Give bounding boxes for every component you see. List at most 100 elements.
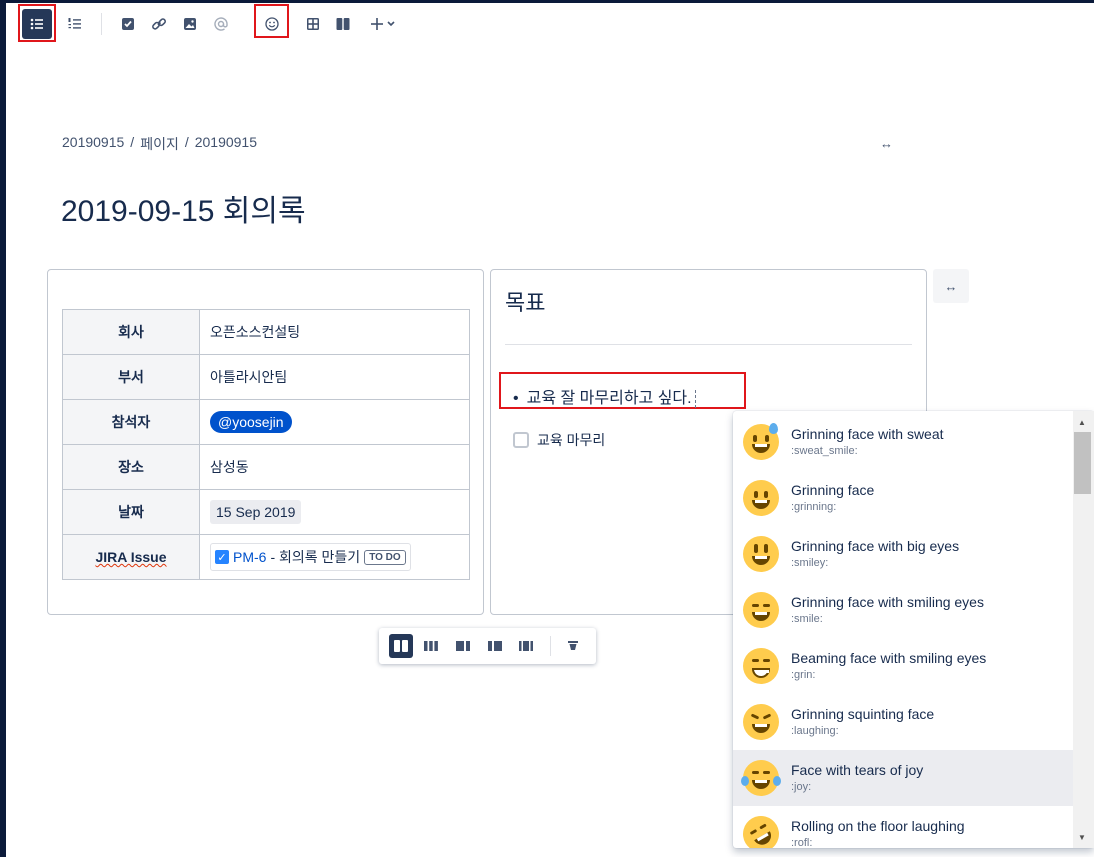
- three-columns-sidebars-button[interactable]: [514, 634, 538, 658]
- mention-button[interactable]: [206, 9, 236, 39]
- mention-icon: [214, 17, 228, 31]
- emoji-option-selected[interactable]: Face with tears of joy :joy:: [733, 750, 1073, 806]
- scrollbar-thumb[interactable]: [1074, 432, 1091, 494]
- insert-more-button[interactable]: [364, 9, 404, 39]
- jira-issue-summary: - 회의록 만들기: [270, 549, 361, 565]
- smiley-emoji-icon: [743, 536, 779, 572]
- two-columns-icon: [394, 640, 408, 652]
- goal-heading[interactable]: 목표: [505, 285, 545, 317]
- delete-layout-button[interactable]: [561, 634, 585, 658]
- emoji-name: Grinning squinting face: [791, 706, 935, 722]
- emoji-option[interactable]: Grinning face with big eyes :smiley:: [733, 526, 1073, 582]
- breadcrumb-item-page[interactable]: 20190915: [195, 134, 257, 154]
- left-sidebar-icon: [488, 641, 502, 651]
- table-cell[interactable]: 삼성동: [199, 444, 470, 490]
- emoji-option[interactable]: Grinning face with smiling eyes :smile:: [733, 582, 1073, 638]
- breadcrumb: 20190915 / 페이지 / 20190915: [62, 134, 257, 154]
- image-icon: [184, 18, 196, 30]
- insert-more-icon: [371, 18, 395, 30]
- task-type-icon: ✓: [215, 550, 229, 564]
- emoji-option[interactable]: Rolling on the floor laughing :rofl:: [733, 806, 1073, 848]
- layout-options-toolbar: [379, 628, 596, 664]
- layout-button[interactable]: [328, 9, 358, 39]
- emoji-shortcode: :joy:: [791, 781, 812, 793]
- jira-issue-label: JIRA Issue: [95, 549, 167, 565]
- breadcrumb-separator: /: [184, 134, 189, 150]
- right-sidebar-button[interactable]: [451, 634, 475, 658]
- numbered-list-button[interactable]: [60, 9, 90, 39]
- jira-issue-key[interactable]: PM-6: [233, 549, 266, 565]
- task-item[interactable]: 교육 마무리: [513, 430, 605, 450]
- text-cursor: [694, 389, 696, 408]
- table-cell[interactable]: ✓ PM-6 - 회의록 만들기 TO DO: [199, 534, 470, 580]
- table-cell[interactable]: 15 Sep 2019: [199, 489, 470, 535]
- emoji-option[interactable]: Grinning squinting face :laughing:: [733, 694, 1073, 750]
- emoji-shortcode: :smiley:: [791, 557, 829, 569]
- emoji-name: Face with tears of joy: [791, 762, 924, 778]
- layout-icon: [336, 18, 350, 30]
- image-button[interactable]: [175, 9, 205, 39]
- right-sidebar-icon: [456, 641, 470, 651]
- joy-emoji-icon: [741, 760, 781, 796]
- date-chip[interactable]: 15 Sep 2019: [210, 500, 302, 524]
- emoji-shortcode: :laughing:: [791, 725, 839, 737]
- emoji-name: Grinning face with sweat: [791, 426, 944, 442]
- grinning-emoji-icon: [743, 480, 779, 516]
- breadcrumb-item-pages[interactable]: 페이지: [140, 134, 179, 154]
- task-checkbox[interactable]: [513, 432, 529, 448]
- emoji-shortcode: :smile:: [791, 613, 823, 625]
- scroll-down-icon[interactable]: ▼: [1078, 833, 1086, 842]
- table-button[interactable]: [298, 9, 328, 39]
- emoji-name: Grinning face with big eyes: [791, 538, 960, 554]
- emoji-shortcode: :grinning:: [791, 501, 837, 513]
- three-columns-button[interactable]: [419, 634, 443, 658]
- scroll-up-icon[interactable]: ▲: [1078, 418, 1086, 427]
- table-header-cell[interactable]: 부서: [62, 354, 200, 400]
- emoji-name: Beaming face with smiling eyes: [791, 650, 987, 666]
- table-icon: [307, 18, 319, 30]
- emoji-shortcode: :rofl:: [791, 837, 813, 848]
- table-header-cell[interactable]: JIRA Issue: [62, 534, 200, 580]
- breadcrumb-item-space[interactable]: 20190915: [62, 134, 124, 154]
- table-header-cell[interactable]: 참석자: [62, 399, 200, 445]
- emoji-typeahead: Grinning face with sweat :sweat_smile: G…: [733, 411, 1094, 848]
- table-row: 참석자 @yoosejin: [62, 399, 470, 445]
- column-expand-button[interactable]: ↔: [933, 269, 969, 303]
- link-button[interactable]: [144, 9, 174, 39]
- table-cell[interactable]: 오픈소스컨설팅: [199, 309, 470, 355]
- three-columns-icon: [424, 641, 438, 651]
- table-cell[interactable]: @yoosejin: [199, 399, 470, 445]
- task-button[interactable]: [113, 9, 143, 39]
- laughing-emoji-icon: [743, 704, 779, 740]
- highlight-bullet-list: [18, 4, 56, 42]
- table-row: 부서 아틀라시안팀: [62, 354, 470, 400]
- link-icon: [152, 18, 166, 30]
- emoji-option[interactable]: Grinning face :grinning:: [733, 470, 1073, 526]
- left-sidebar-button[interactable]: [483, 634, 507, 658]
- table-header-cell[interactable]: 장소: [62, 444, 200, 490]
- table-row: 장소 삼성동: [62, 444, 470, 490]
- full-width-toggle-icon[interactable]: ↔: [880, 136, 893, 151]
- jira-issue-macro[interactable]: ✓ PM-6 - 회의록 만들기 TO DO: [210, 543, 411, 571]
- two-columns-button[interactable]: [389, 634, 413, 658]
- table-cell[interactable]: 아틀라시안팀: [199, 354, 470, 400]
- task-checkbox-icon: [122, 18, 134, 30]
- table-header-cell[interactable]: 날짜: [62, 489, 200, 535]
- info-table: 회사 오픈소스컨설팅 부서 아틀라시안팀 참석자 @yoosejin 장소 삼성…: [62, 309, 470, 580]
- task-item-text: 교육 마무리: [537, 432, 606, 448]
- rofl-emoji-icon: [736, 809, 786, 848]
- bullet-item-text: 교육 잘 마무리하고 싶다.: [526, 390, 692, 407]
- table-header-cell[interactable]: 회사: [62, 309, 200, 355]
- three-columns-sidebars-icon: [519, 641, 533, 651]
- emoji-shortcode: :sweat_smile:: [791, 445, 858, 457]
- toolbar-separator: [101, 13, 102, 35]
- page-title[interactable]: 2019-09-15 회의록: [61, 186, 306, 230]
- sweat-smile-emoji-icon: [743, 423, 779, 460]
- emoji-shortcode: :grin:: [791, 669, 816, 681]
- emoji-name: Grinning face with smiling eyes: [791, 594, 984, 610]
- user-mention[interactable]: @yoosejin: [210, 411, 292, 433]
- emoji-option[interactable]: Grinning face with sweat :sweat_smile:: [733, 414, 1073, 470]
- bullet-list-item[interactable]: 교육 잘 마무리하고 싶다.: [513, 384, 696, 408]
- editor-toolbar: [6, 3, 1094, 43]
- emoji-option[interactable]: Beaming face with smiling eyes :grin:: [733, 638, 1073, 694]
